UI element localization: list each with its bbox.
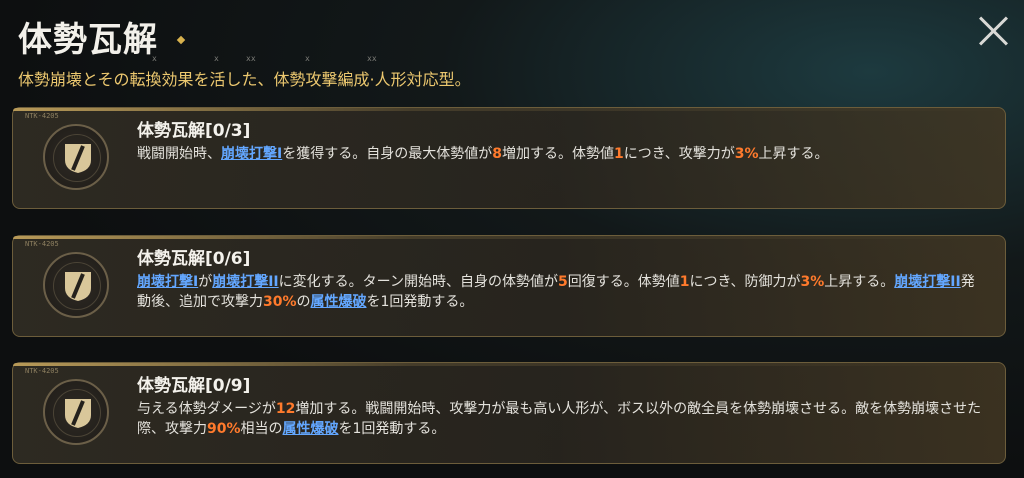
description-text: の [296,294,311,310]
deco-mark: x [152,54,157,63]
description-text: 回復する。体勢値 [567,274,680,290]
deco-mark: x [214,54,219,63]
shield-slash-icon [43,252,109,318]
deco-mark: xx [246,54,256,63]
description-text: 戦闘開始時、 [137,146,221,162]
card-description: 戦闘開始時、崩壊打撃Iを獲得する。自身の最大体勢値が8増加する。体勢値1につき、… [137,144,985,164]
deco-mark: xx [367,54,377,63]
page-subtitle: 体勢崩壊とその転換効果を活した、体勢攻撃編成·人形対応型。 [18,70,471,89]
description-text: 上昇する。 [824,274,895,290]
buff-card: NTK-4205 体勢瓦解[0/9] 与える体勢ダメージが12増加する。戦闘開始… [12,362,1006,464]
highlight-value: 1 [679,274,690,290]
description-text: 上昇する。 [758,146,829,162]
page-title: 体勢瓦解 [18,20,158,60]
highlight-value: 8 [492,146,502,162]
keyword-link[interactable]: 崩壊打撃II [894,274,960,290]
description-text: を1回発動する。 [338,421,446,437]
description-text: につき、防御力が [689,274,801,290]
highlight-value: 5 [557,274,568,290]
keyword-link[interactable]: 崩壊打撃I [137,274,198,290]
card-description: 与える体勢ダメージが12増加する。戦闘開始時、攻撃力が最も高い人形が、ボス以外の… [137,399,985,439]
description-text: につき、攻撃力が [623,146,735,162]
keyword-link[interactable]: 属性爆破 [311,294,367,310]
close-icon[interactable] [976,14,1010,48]
description-text: を1回発動する。 [366,294,474,310]
card-tag: NTK-4205 [25,112,59,120]
highlight-value: 90% [207,421,241,437]
shield-slash-icon [43,124,109,190]
title-accent-diamond [176,35,186,45]
card-tag: NTK-4205 [25,367,59,375]
card-title: 体勢瓦解[0/9] [137,376,251,396]
shield-slash-icon [43,379,109,445]
card-title: 体勢瓦解[0/6] [137,249,251,269]
buff-card: NTK-4205 体勢瓦解[0/3] 戦闘開始時、崩壊打撃Iを獲得する。自身の最… [12,107,1006,209]
description-text: に変化する。ターン開始時、自身の体勢値が [278,274,558,290]
card-description: 崩壊打撃Iが崩壊打撃IIに変化する。ターン開始時、自身の体勢値が5回復する。体勢… [137,272,985,312]
deco-mark: x [305,54,310,63]
card-tag: NTK-4205 [25,240,59,248]
description-text: が [198,274,213,290]
keyword-link[interactable]: 崩壊打撃II [212,274,278,290]
description-text: 相当の [240,421,283,437]
description-text: 与える体勢ダメージが [137,401,276,417]
card-title: 体勢瓦解[0/3] [137,121,251,141]
highlight-value: 12 [275,401,296,417]
highlight-value: 3% [800,274,825,290]
keyword-link[interactable]: 崩壊打撃I [221,146,282,162]
keyword-link[interactable]: 属性爆破 [283,421,339,437]
description-text: を獲得する。自身の最大体勢値が [282,146,493,162]
description-text: 増加する。体勢値 [501,146,614,162]
highlight-value: 1 [613,146,624,162]
buff-card: NTK-4205 体勢瓦解[0/6] 崩壊打撃Iが崩壊打撃IIに変化する。ターン… [12,235,1006,337]
highlight-value: 3% [734,146,759,162]
highlight-value: 30% [263,294,297,310]
